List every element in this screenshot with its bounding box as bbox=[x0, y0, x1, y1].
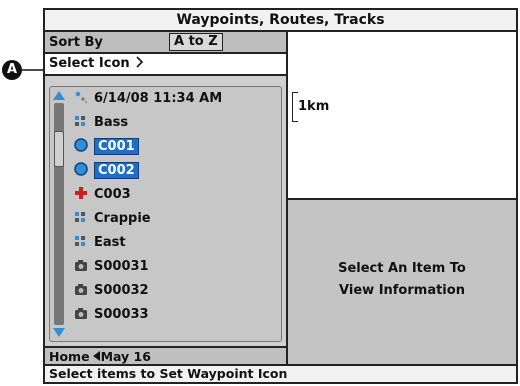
list-item[interactable]: East bbox=[74, 233, 126, 253]
home-row[interactable]: Home May 16 bbox=[45, 346, 286, 366]
list-item[interactable]: C003 bbox=[74, 185, 131, 205]
list-item[interactable]: 6/14/08 11:34 AM bbox=[74, 89, 222, 109]
list-item-selected[interactable]: C001 bbox=[74, 137, 139, 157]
camera-icon bbox=[75, 260, 87, 271]
fish-icon bbox=[75, 212, 85, 222]
scroll-down-arrow-icon[interactable] bbox=[53, 328, 65, 337]
scale-label: 1km bbox=[298, 99, 330, 114]
sort-by-label: Sort By bbox=[49, 35, 103, 50]
sort-order-value[interactable]: A to Z bbox=[169, 33, 223, 51]
scroll-thumb[interactable] bbox=[54, 131, 64, 167]
list-item[interactable]: S00032 bbox=[74, 281, 149, 301]
waypoint-circle-icon bbox=[74, 162, 88, 176]
fish-icon bbox=[75, 116, 85, 126]
scroll-up-arrow-icon[interactable] bbox=[53, 91, 65, 100]
home-label: Home bbox=[49, 349, 90, 364]
date-label: May 16 bbox=[100, 349, 151, 364]
waypoints-screen: Waypoints, Routes, Tracks Sort By A to Z… bbox=[43, 8, 518, 384]
list-item[interactable]: S00031 bbox=[74, 257, 149, 277]
left-pane: Sort By A to Z Select Icon 6/14/08 11:34… bbox=[45, 32, 288, 366]
scroll-track[interactable] bbox=[54, 103, 64, 325]
red-cross-icon bbox=[75, 187, 87, 199]
list-item-selected[interactable]: C002 bbox=[74, 161, 139, 181]
list-scrollbar[interactable] bbox=[52, 89, 67, 339]
window-title: Waypoints, Routes, Tracks bbox=[45, 10, 516, 32]
callout-a-marker: A bbox=[2, 60, 22, 80]
select-icon-label: Select Icon bbox=[49, 56, 130, 71]
fish-icon bbox=[75, 236, 85, 246]
waypoint-circle-icon bbox=[74, 138, 88, 152]
left-arrow-icon bbox=[92, 351, 100, 361]
info-message: Select An Item To View Information bbox=[338, 261, 466, 298]
select-icon-menu[interactable]: Select Icon bbox=[45, 54, 286, 76]
sort-by-row[interactable]: Sort By A to Z bbox=[45, 32, 286, 54]
list-item[interactable]: S00033 bbox=[74, 305, 149, 325]
info-pane: Select An Item To View Information bbox=[288, 200, 516, 366]
map-preview: 1km bbox=[288, 32, 516, 200]
list-item[interactable]: Crappie bbox=[74, 209, 151, 229]
submenu-arrow-icon bbox=[136, 56, 144, 68]
camera-icon bbox=[75, 284, 87, 295]
waypoint-list[interactable]: 6/14/08 11:34 AM Bass C001 C002 C003 Cra… bbox=[49, 86, 282, 342]
list-item[interactable]: Bass bbox=[74, 113, 128, 133]
track-icon bbox=[75, 91, 88, 104]
status-bar: Select items to Set Waypoint Icon bbox=[45, 364, 516, 382]
camera-icon bbox=[75, 308, 87, 319]
